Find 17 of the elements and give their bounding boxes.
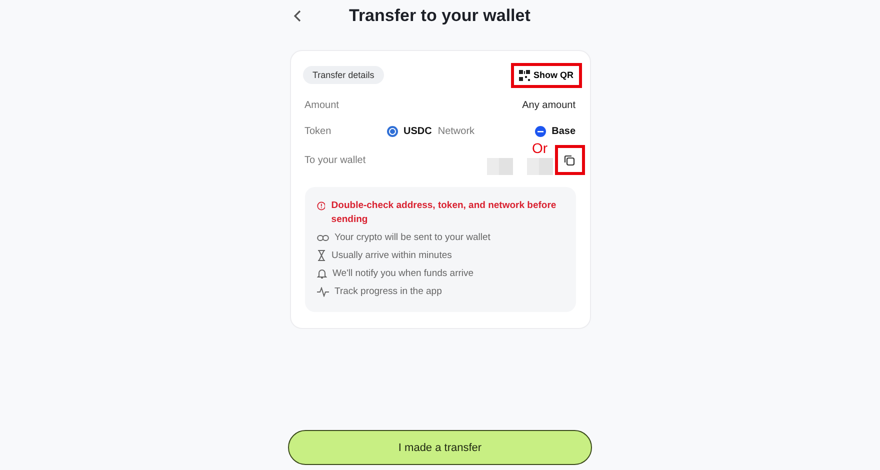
info-text: We'll notify you when funds arrive	[332, 268, 474, 279]
amount-label: Amount	[304, 100, 339, 110]
info-text: Usually arrive within minutes	[332, 250, 452, 261]
transfer-button[interactable]: I made a transfer	[288, 430, 592, 465]
warning-text: Double-check address, token, and network before sending	[331, 199, 558, 227]
annotation-text: Or	[532, 141, 548, 155]
token-value: USDC	[404, 126, 432, 136]
page-title: Transfer to your wallet	[349, 6, 530, 26]
amount-value: Any amount	[522, 100, 576, 110]
info-text: Your crypto will be sent to your wallet	[334, 232, 490, 243]
section-badge: Transfer details	[302, 66, 384, 84]
wallet-label: To your wallet	[304, 154, 366, 166]
network-label: Network	[438, 126, 475, 136]
show-qr-button[interactable]: Show QR	[510, 62, 582, 88]
token-label: Token	[304, 126, 332, 136]
info-text: Track progress in the app	[334, 286, 442, 297]
network-value: Base	[552, 126, 576, 136]
